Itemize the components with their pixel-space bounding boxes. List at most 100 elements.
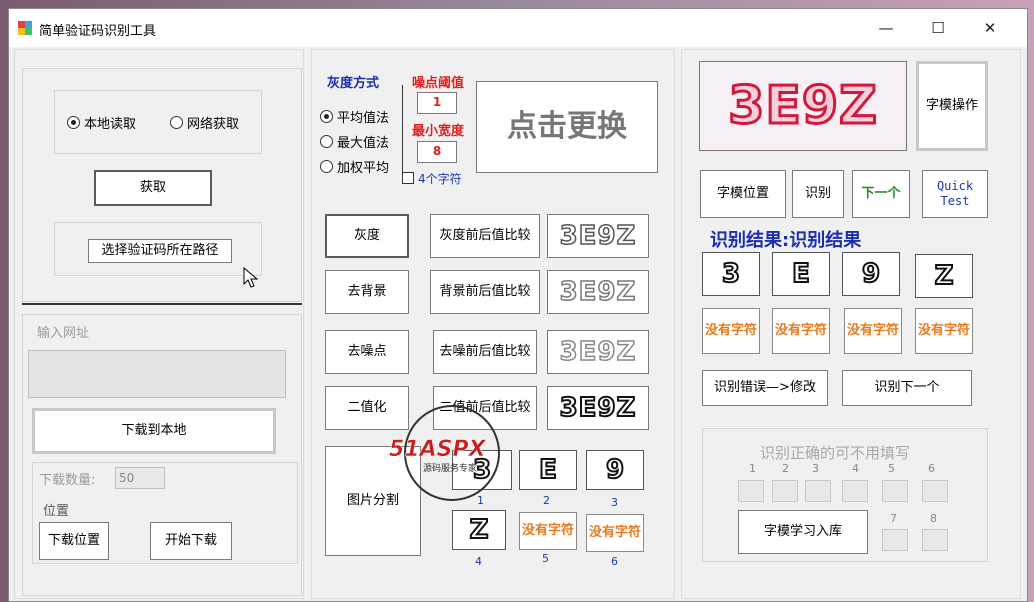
quick-test-button[interactable]: Quick Test <box>922 170 988 218</box>
remove-bg-button[interactable]: 去背景 <box>325 270 409 314</box>
slot-6-input[interactable] <box>922 480 948 502</box>
slot-3-input[interactable] <box>805 480 831 502</box>
slot-3-index: 3 <box>812 462 819 475</box>
choose-path-button[interactable]: 选择验证码所在路径 <box>88 239 232 263</box>
app-window: 简单验证码识别工具 — ☐ ✕ 本地读取 网络获取 获取 选择验证码所在路径 输… <box>8 8 1028 602</box>
position-label: 位置 <box>43 504 70 519</box>
recognize-button[interactable]: 识别 <box>792 170 844 218</box>
slot-1-input[interactable] <box>738 480 764 502</box>
gray-preview-image: 3E9Z <box>547 214 649 258</box>
captcha-image: 3E9Z <box>699 61 907 151</box>
slot-5-input[interactable] <box>882 480 908 502</box>
window-title: 简单验证码识别工具 <box>39 24 157 39</box>
gray-option-average[interactable]: 平均值法 <box>320 107 389 126</box>
gray-option-max[interactable]: 最大值法 <box>320 132 389 151</box>
watermark-brand: 51ASPX <box>389 437 486 463</box>
result-char-2: E <box>772 252 830 296</box>
fetch-button[interactable]: 获取 <box>94 170 212 206</box>
min-width-input[interactable]: 8 <box>417 141 457 163</box>
template-ops-button[interactable]: 字模操作 <box>916 61 988 151</box>
slot-6-index: 6 <box>928 462 935 475</box>
gray-option-max-label: 最大值法 <box>337 136 390 151</box>
slot-5-index: 5 <box>888 462 895 475</box>
result-empty-3: 没有字符 <box>844 308 902 354</box>
right-panel: 3E9Z 字模操作 字模位置 识别 下一个 Quick Test 识别结果:识别… <box>681 49 1021 599</box>
segment-4-index: 4 <box>475 555 482 568</box>
template-learn-button[interactable]: 字模学习入库 <box>738 510 868 554</box>
gray-option-average-label: 平均值法 <box>337 111 390 126</box>
radio-network-label: 网络获取 <box>187 117 240 132</box>
download-local-button[interactable]: 下载到本地 <box>32 408 276 454</box>
result-empty-1: 没有字符 <box>702 308 760 354</box>
radio-network-fetch[interactable]: 网络获取 <box>170 113 239 132</box>
close-button[interactable]: ✕ <box>975 17 1005 39</box>
binarize-preview-text: 3E9Z <box>559 392 637 424</box>
result-empty-4: 没有字符 <box>915 308 973 354</box>
denoise-preview-text: 3E9Z <box>559 336 637 368</box>
radio-local-dot <box>67 116 80 129</box>
radio-local-label: 本地读取 <box>84 117 137 132</box>
click-change-button[interactable]: 点击更换 <box>476 81 658 173</box>
download-count-input[interactable]: 50 <box>115 467 165 489</box>
four-chars-label: 4个字符 <box>418 172 462 186</box>
noise-threshold-input[interactable]: 1 <box>417 92 457 114</box>
segment-2-index: 2 <box>543 494 550 507</box>
download-position-button[interactable]: 下载位置 <box>39 522 109 560</box>
mouse-cursor-icon <box>243 267 259 288</box>
start-download-button[interactable]: 开始下载 <box>150 522 232 560</box>
denoise-preview-image: 3E9Z <box>547 330 649 374</box>
slot-4-input[interactable] <box>842 480 868 502</box>
slot-2-input[interactable] <box>772 480 798 502</box>
slot-7-input[interactable] <box>882 529 908 551</box>
gray-option-weighted-label: 加权平均 <box>337 161 390 176</box>
denoise-compare-button[interactable]: 去噪前后值比较 <box>433 330 537 374</box>
url-input[interactable] <box>28 350 286 398</box>
radio-network-dot <box>170 116 183 129</box>
segment-3-index: 3 <box>611 496 618 509</box>
bg-compare-button[interactable]: 背景前后值比较 <box>430 270 540 314</box>
denoise-button[interactable]: 去噪点 <box>325 330 409 374</box>
captcha-image-text: 3E9Z <box>727 75 879 138</box>
result-char-1: 3 <box>702 252 760 296</box>
slot-1-index: 1 <box>749 462 756 475</box>
binarize-button[interactable]: 二值化 <box>325 386 409 430</box>
vertical-divider <box>402 85 403 181</box>
segment-4-image: Z <box>452 510 506 550</box>
correct-hint-label: 识别正确的可不用填写 <box>760 444 911 462</box>
binarize-preview-image: 3E9Z <box>547 386 649 430</box>
title-bar: 简单验证码识别工具 — ☐ ✕ <box>9 9 1027 47</box>
minimize-button[interactable]: — <box>871 17 901 39</box>
bg-preview-image: 3E9Z <box>547 270 649 314</box>
bg-preview-text: 3E9Z <box>559 276 637 308</box>
radio-local-read[interactable]: 本地读取 <box>67 113 136 132</box>
result-title: 识别结果:识别结果 <box>710 230 862 251</box>
middle-panel: 灰度方式 平均值法 最大值法 加权平均 噪点阈值 1 最小宽度 8 4个字符 点… <box>311 49 675 599</box>
noise-threshold-label: 噪点阈值 <box>412 76 465 91</box>
divider <box>22 303 302 305</box>
gray-option-weighted[interactable]: 加权平均 <box>320 157 389 176</box>
slot-8-index: 8 <box>930 512 937 525</box>
app-icon <box>18 21 32 35</box>
four-chars-checkbox[interactable] <box>402 172 414 184</box>
next-button[interactable]: 下一个 <box>852 170 910 218</box>
min-width-label: 最小宽度 <box>412 124 465 139</box>
segment-3-image: 9 <box>586 450 644 490</box>
slot-7-index: 7 <box>890 512 897 525</box>
result-empty-2: 没有字符 <box>772 308 830 354</box>
template-position-button[interactable]: 字模位置 <box>700 170 786 218</box>
download-count-label: 下载数量: <box>39 473 96 488</box>
gray-button[interactable]: 灰度 <box>325 214 409 258</box>
fix-error-button[interactable]: 识别错误—>修改 <box>702 370 828 406</box>
gray-option-average-dot <box>320 110 333 123</box>
slot-8-input[interactable] <box>922 529 948 551</box>
gray-mode-title: 灰度方式 <box>327 76 380 91</box>
segment-5-index: 5 <box>542 552 549 565</box>
result-char-4: Z <box>915 254 973 298</box>
left-panel: 本地读取 网络获取 获取 选择验证码所在路径 输入网址 下载到本地 下载数量: … <box>14 49 304 599</box>
watermark-subtitle: 源码服务专家 <box>423 464 478 474</box>
segment-1-index: 1 <box>477 494 484 507</box>
maximize-button[interactable]: ☐ <box>923 17 953 39</box>
segment-5-empty: 没有字符 <box>519 512 577 550</box>
gray-compare-button[interactable]: 灰度前后值比较 <box>430 214 540 258</box>
recognize-next-button[interactable]: 识别下一个 <box>842 370 972 406</box>
